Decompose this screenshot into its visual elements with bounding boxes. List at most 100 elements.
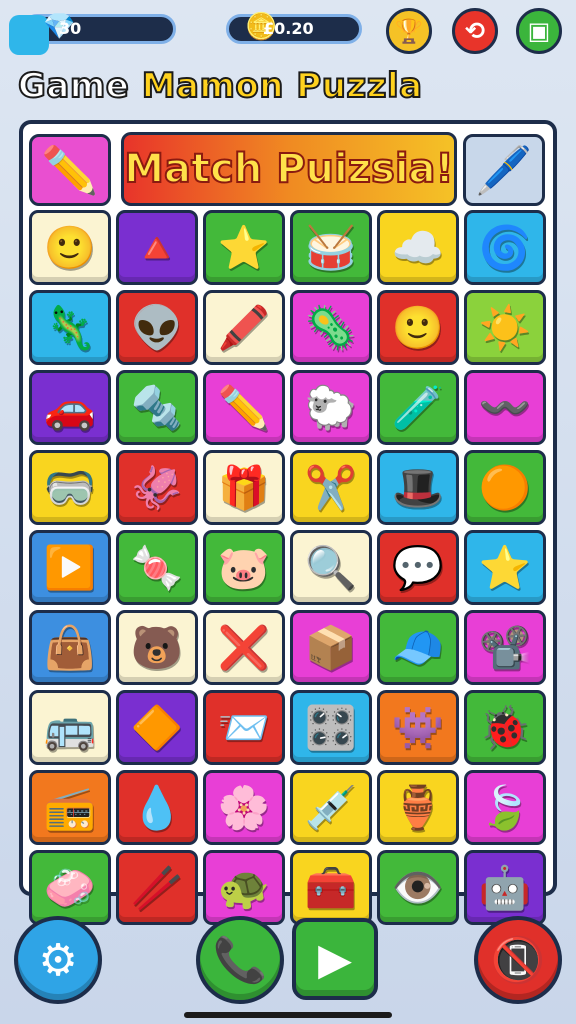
bus-icon: 🚌 (43, 702, 97, 752)
pencil-icon: ✏️ (217, 382, 271, 432)
tile-6-2[interactable]: 📨 (203, 690, 285, 765)
pink-face-icon: 🙂 (391, 302, 445, 352)
tile-3-1[interactable]: 🦑 (116, 450, 198, 525)
tile-6-4[interactable]: 👾 (377, 690, 459, 765)
bolt-icon: 🔩 (130, 382, 184, 432)
tile-2-1[interactable]: 🔩 (116, 370, 198, 445)
tile-2-0[interactable]: 🚗 (29, 370, 111, 445)
turtle-icon: 🐢 (217, 862, 271, 912)
tile-5-3[interactable]: 📦 (290, 610, 372, 685)
tile-1-4[interactable]: 🙂 (377, 290, 459, 365)
cap-icon: 🧢 (391, 622, 445, 672)
tile-4-0[interactable]: ▶️ (29, 530, 111, 605)
dome-icon: 🟠 (478, 462, 532, 512)
swirl-icon: 🌀 (478, 222, 532, 272)
crossed-pencils-icon[interactable]: ✏️ (29, 134, 111, 206)
syringe-icon: 💉 (304, 782, 358, 832)
tile-1-3[interactable]: 🦠 (290, 290, 372, 365)
tile-3-2[interactable]: 🎁 (203, 450, 285, 525)
tile-5-0[interactable]: 👜 (29, 610, 111, 685)
tile-3-0[interactable]: 🥽 (29, 450, 111, 525)
tile-8-4[interactable]: 👁️ (377, 850, 459, 925)
tile-8-5[interactable]: 🤖 (464, 850, 546, 925)
tile-0-3[interactable]: 🥁 (290, 210, 372, 285)
pig-icon: 🐷 (217, 542, 271, 592)
tile-2-3[interactable]: 🐑 (290, 370, 372, 445)
hangup-button[interactable]: 📵 (474, 916, 562, 1004)
tile-2-4[interactable]: 🧪 (377, 370, 459, 445)
tile-1-2[interactable]: 🖍️ (203, 290, 285, 365)
phone-icon: 📞 (212, 935, 268, 986)
tile-7-3[interactable]: 💉 (290, 770, 372, 845)
settings-button[interactable]: ⚙ (14, 916, 102, 1004)
tile-8-2[interactable]: 🐢 (203, 850, 285, 925)
tile-0-4[interactable]: ☁️ (377, 210, 459, 285)
monster-icon: 👾 (391, 702, 445, 752)
tile-5-2[interactable]: ❌ (203, 610, 285, 685)
panel-icon: 🎛️ (304, 702, 358, 752)
trophy-button[interactable]: 🏆 (386, 8, 432, 54)
paint-marker-icon[interactable]: 🖊️ (463, 134, 545, 206)
robot-icon: 🤖 (478, 862, 532, 912)
tile-3-4[interactable]: 🎩 (377, 450, 459, 525)
swap-button[interactable]: ⟲ (452, 8, 498, 54)
car-icon: 🚗 (43, 382, 97, 432)
tile-0-1[interactable]: 🔺 (116, 210, 198, 285)
critter-face-icon: 🙂 (43, 222, 97, 272)
cone-icon: 🔺 (130, 222, 184, 272)
tile-5-1[interactable]: 🐻 (116, 610, 198, 685)
flower-icon: 🌸 (217, 782, 271, 832)
tile-7-2[interactable]: 🌸 (203, 770, 285, 845)
magnifier-icon: 🔍 (304, 542, 358, 592)
tile-3-5[interactable]: 🟠 (464, 450, 546, 525)
tile-4-3[interactable]: 🔍 (290, 530, 372, 605)
title-word-2: Mamon Puzzla (141, 65, 423, 107)
puzzle-board: ✏️ Match Puizsia! 🖊️ 🙂 🔺 ⭐ 🥁 ☁️ 🌀 🦎 👽 🖍️ 🦠 🙂 ☀️ 🚗 🔩 ✏️… (19, 120, 557, 925)
flask-icon: 🧪 (391, 382, 445, 432)
tile-6-3[interactable]: 🎛️ (290, 690, 372, 765)
tile-6-0[interactable]: 🚌 (29, 690, 111, 765)
vase-icon: 🏺 (391, 782, 445, 832)
tile-6-5[interactable]: 🐞 (464, 690, 546, 765)
tile-8-1[interactable]: 🥢 (116, 850, 198, 925)
tile-2-2[interactable]: ✏️ (203, 370, 285, 445)
tile-5-4[interactable]: 🧢 (377, 610, 459, 685)
trophy-icon: 🏆 (394, 17, 424, 45)
tile-2-5[interactable]: 〰️ (464, 370, 546, 445)
tile-0-0[interactable]: 🙂 (29, 210, 111, 285)
tile-1-5[interactable]: ☀️ (464, 290, 546, 365)
tile-7-1[interactable]: 💧 (116, 770, 198, 845)
tile-5-5[interactable]: 📽️ (464, 610, 546, 685)
eye-icon: 👁️ (391, 862, 445, 912)
call-button[interactable]: 📞 (196, 916, 284, 1004)
tile-4-5[interactable]: ⭐ (464, 530, 546, 605)
projector-icon: 📽️ (478, 622, 532, 672)
soap-icon: 🧼 (43, 862, 97, 912)
tile-1-1[interactable]: 👽 (116, 290, 198, 365)
germ-icon: 🦠 (304, 302, 358, 352)
home-indicator (184, 1012, 392, 1018)
top-hud: 💎 30 🪙 £0.20 🏆 ⟲ ▣ (0, 6, 576, 55)
tile-7-4[interactable]: 🏺 (377, 770, 459, 845)
tile-6-1[interactable]: 🔶 (116, 690, 198, 765)
tile-7-5[interactable]: 🍃 (464, 770, 546, 845)
sun-icon: ☀️ (478, 302, 532, 352)
tile-3-3[interactable]: ✂️ (290, 450, 372, 525)
tile-4-1[interactable]: 🍬 (116, 530, 198, 605)
tile-0-2[interactable]: ⭐ (203, 210, 285, 285)
drum-icon: 🥁 (304, 222, 358, 272)
play-button[interactable]: ▶ (292, 918, 378, 1000)
tile-0-5[interactable]: 🌀 (464, 210, 546, 285)
envelope-icon: 📨 (217, 702, 271, 752)
tile-8-3[interactable]: 🧰 (290, 850, 372, 925)
tile-4-4[interactable]: 💬 (377, 530, 459, 605)
crossed-markers-icon: ✂️ (304, 462, 358, 512)
tile-1-0[interactable]: 🦎 (29, 290, 111, 365)
banner-text: Match Puizsia! (123, 145, 455, 193)
gem-count: 30 (59, 19, 82, 38)
bag-icon: 👜 (43, 622, 97, 672)
tile-8-0[interactable]: 🧼 (29, 850, 111, 925)
tile-4-2[interactable]: 🐷 (203, 530, 285, 605)
menu-button[interactable]: ▣ (516, 8, 562, 54)
tile-7-0[interactable]: 📻 (29, 770, 111, 845)
